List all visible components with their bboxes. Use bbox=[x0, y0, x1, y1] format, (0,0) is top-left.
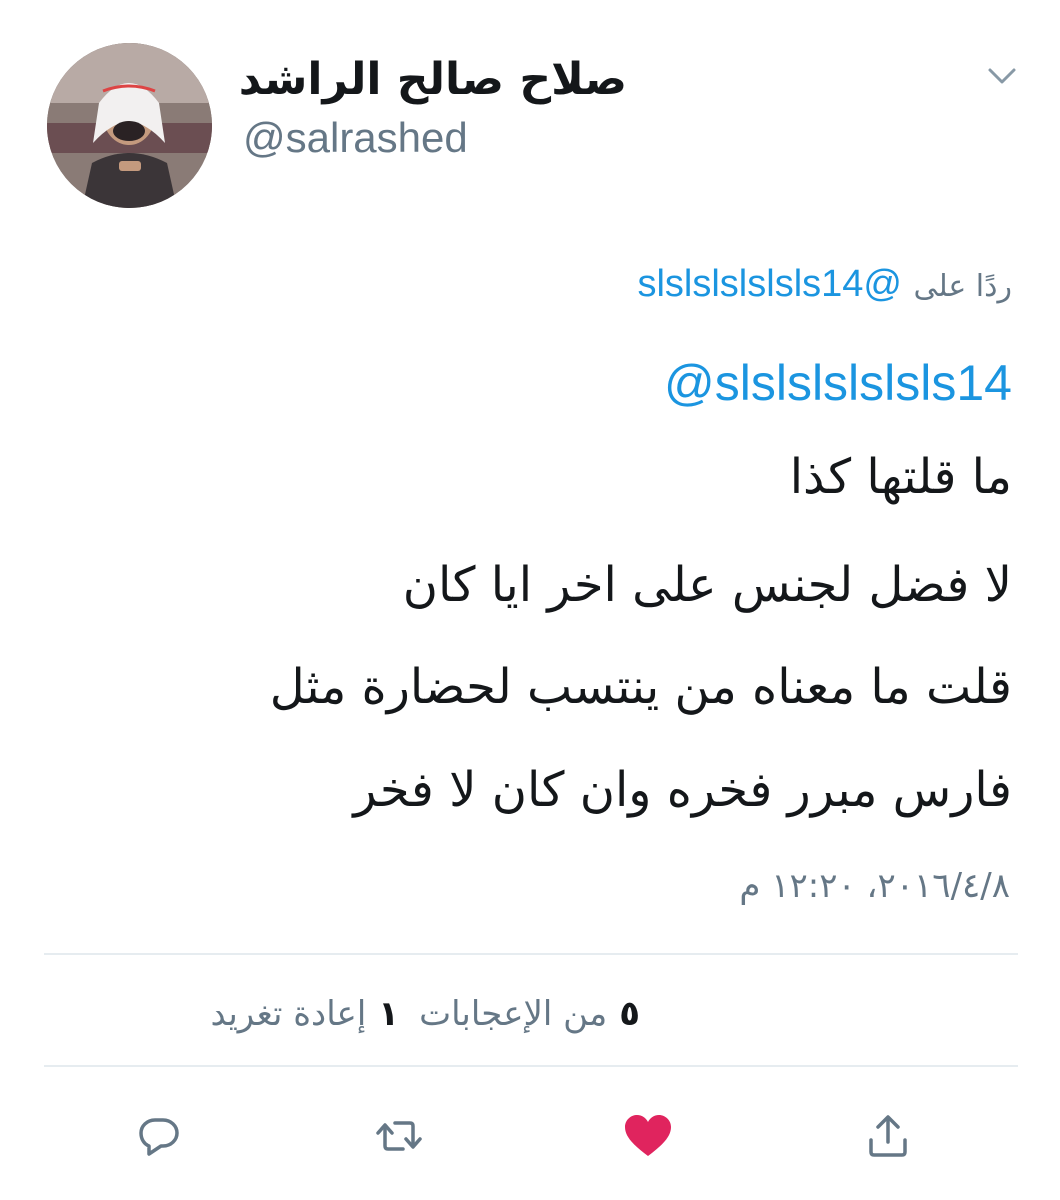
reply-button[interactable] bbox=[131, 1108, 187, 1164]
retweets-label[interactable]: إعادة تغريد bbox=[211, 994, 367, 1034]
share-button[interactable] bbox=[860, 1108, 916, 1164]
retweets-count[interactable]: ١ bbox=[378, 994, 399, 1034]
tweet-text-line: لا فضل لجنس على اخر ايا كان bbox=[402, 557, 1012, 613]
heart-icon bbox=[625, 1115, 671, 1156]
divider bbox=[44, 953, 1018, 955]
tweet-detail: صلاح صالح الراشد @salrashed ردًا على @sl… bbox=[0, 0, 1060, 1200]
like-button[interactable] bbox=[620, 1108, 676, 1164]
tweet-timestamp: ٢٠١٦/٤/٨، ١٢:٢٠ م bbox=[739, 866, 1010, 906]
reply-target-link[interactable]: @slslslslslsls14 bbox=[637, 263, 902, 305]
reply-label: ردًا على bbox=[913, 269, 1012, 304]
retweet-icon bbox=[376, 1121, 422, 1151]
share-icon bbox=[869, 1115, 907, 1157]
chevron-down-icon[interactable] bbox=[982, 62, 1022, 92]
retweet-button[interactable] bbox=[371, 1108, 427, 1164]
avatar-image bbox=[47, 43, 212, 208]
author-display-name[interactable]: صلاح صالح الراشد bbox=[239, 52, 627, 108]
tweet-text-line: فارس مبرر فخره وان كان لا فخر bbox=[353, 762, 1012, 818]
avatar[interactable] bbox=[47, 43, 212, 208]
reply-context: ردًا على @slslslslslsls14 bbox=[637, 258, 1012, 313]
likes-label[interactable]: من الإعجابات bbox=[419, 994, 607, 1034]
divider bbox=[44, 1065, 1018, 1067]
tweet-stats: ٥ من الإعجابات ١ إعادة تغريد bbox=[211, 990, 641, 1038]
reply-icon bbox=[139, 1118, 179, 1156]
tweet-text-line: قلت ما معناه من ينتسب لحضارة مثل bbox=[269, 659, 1012, 715]
likes-count[interactable]: ٥ bbox=[619, 994, 640, 1034]
tweet-text-line: ما قلتها كذا bbox=[789, 449, 1012, 505]
author-handle[interactable]: @salrashed bbox=[243, 112, 468, 164]
tweet-mention-link[interactable]: @slslslslslsls14 bbox=[664, 352, 1012, 414]
